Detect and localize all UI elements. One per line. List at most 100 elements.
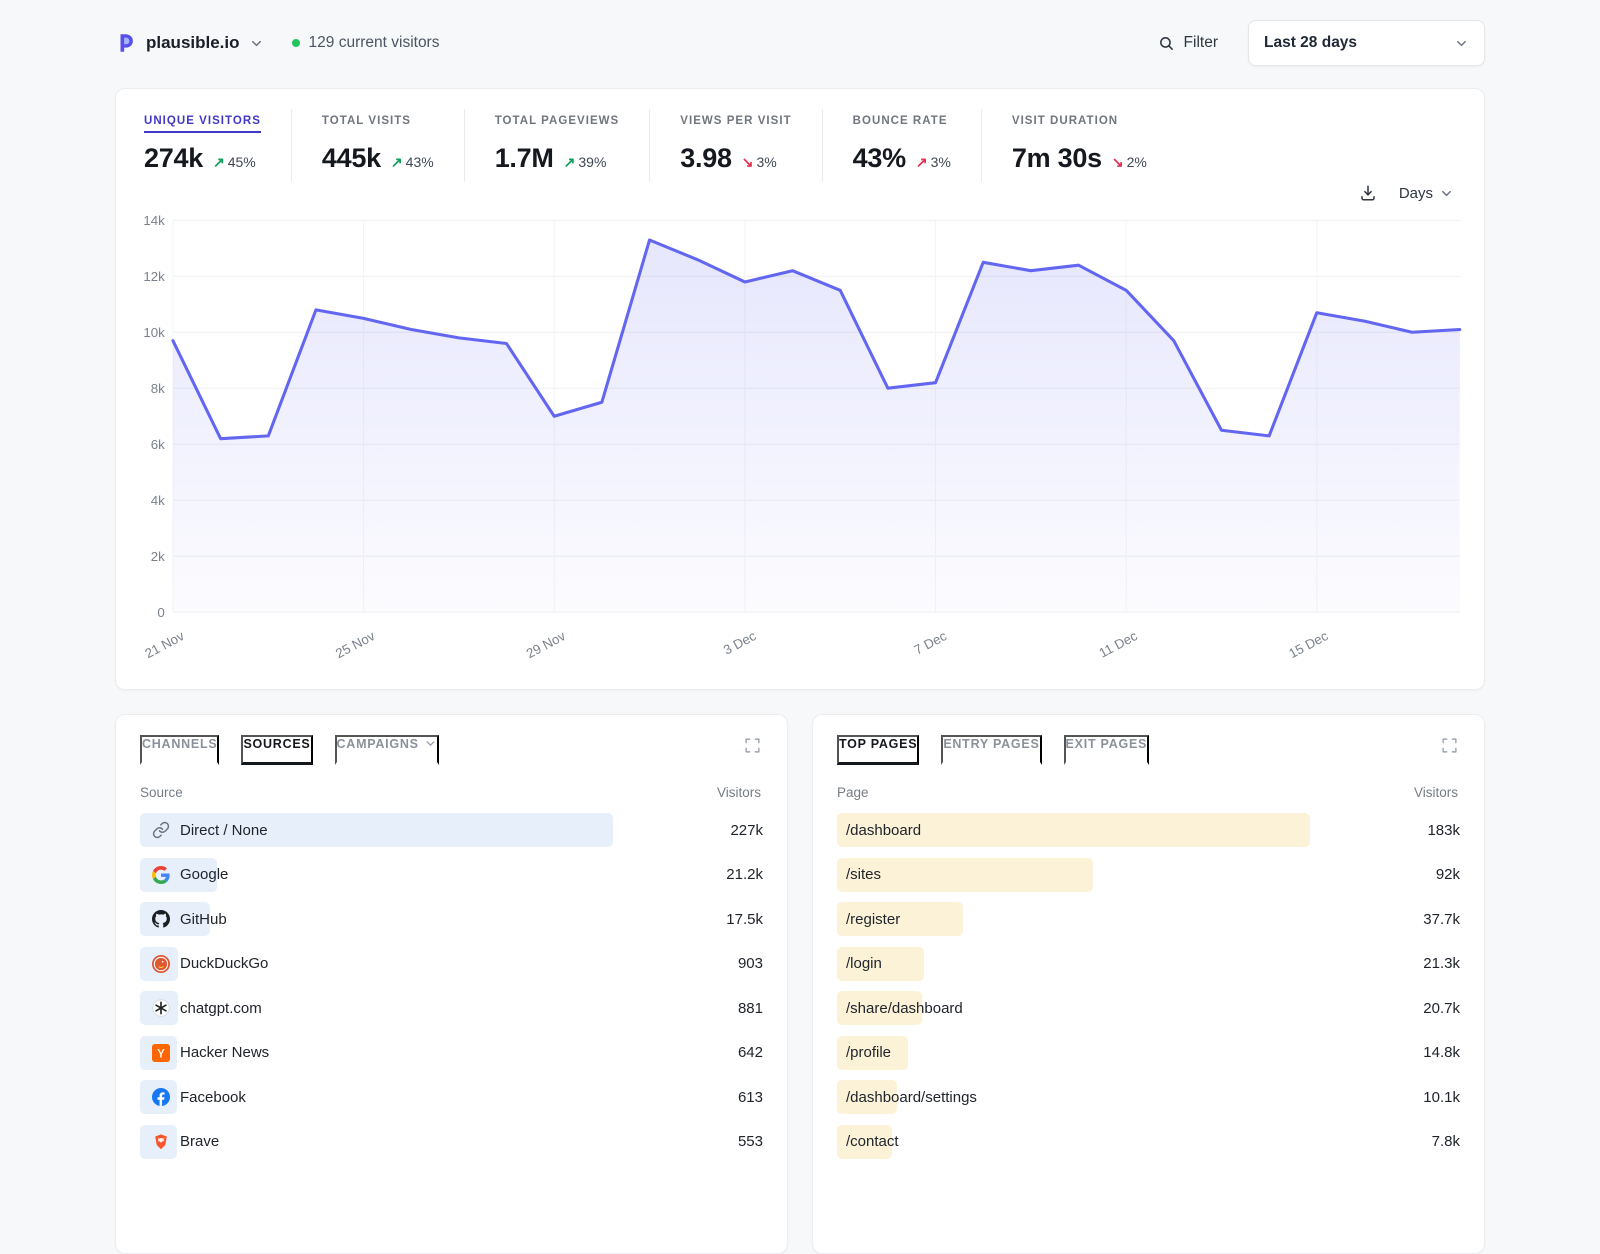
visitors-overview-card: UNIQUE VISITORS 274k ↗ 45% TOTAL VISITS … <box>115 88 1485 690</box>
source-row[interactable]: chatgpt.com 881 <box>140 986 763 1031</box>
source-row[interactable]: Google 21.2k <box>140 852 763 897</box>
row-name: /profile <box>837 1044 891 1061</box>
metric-change: ↘ 3% <box>742 154 777 171</box>
source-row[interactable]: Brave 553 <box>140 1119 763 1164</box>
search-icon <box>1158 35 1175 52</box>
tab-label: EXIT PAGES <box>1066 737 1148 751</box>
tab-label: ENTRY PAGES <box>943 737 1039 751</box>
sources-card-header: CHANNELS SOURCES CAMPAIGNS <box>140 735 763 765</box>
metric-tile-visit-duration[interactable]: VISIT DURATION 7m 30s ↘ 2% <box>981 109 1177 182</box>
svg-text:6k: 6k <box>151 437 165 452</box>
interval-selector[interactable]: Days <box>1399 185 1454 202</box>
top-bar: plausible.io 129 current visitors Filter… <box>115 20 1485 66</box>
metric-value: 43% <box>853 143 906 174</box>
trend-arrow-icon: ↗ <box>916 154 928 171</box>
column-visitors: Visitors <box>1414 785 1458 800</box>
tab-label: SOURCES <box>243 737 310 751</box>
metric-value: 274k <box>144 143 203 174</box>
svg-text:3 Dec: 3 Dec <box>721 628 759 658</box>
github-icon <box>152 910 170 928</box>
page-row[interactable]: /register 37.7k <box>837 897 1460 942</box>
metric-change: ↗ 45% <box>213 154 256 171</box>
expand-sources-button[interactable] <box>742 735 763 759</box>
page-row[interactable]: /dashboard 183k <box>837 808 1460 853</box>
row-name: Brave <box>180 1133 219 1150</box>
site-name: plausible.io <box>146 33 240 53</box>
page-row[interactable]: /profile 14.8k <box>837 1030 1460 1075</box>
svg-text:25 Nov: 25 Nov <box>333 628 378 661</box>
interval-label: Days <box>1399 185 1433 202</box>
tab-label: CHANNELS <box>142 737 217 751</box>
page-row[interactable]: /share/dashboard 20.7k <box>837 986 1460 1031</box>
metric-value: 7m 30s <box>1012 143 1102 174</box>
pages-card: TOP PAGES ENTRY PAGES EXIT PAGES Page Vi… <box>812 714 1485 1254</box>
svg-text:12k: 12k <box>143 269 165 284</box>
tab-entry-pages[interactable]: ENTRY PAGES <box>941 735 1041 765</box>
dashboard-page: plausible.io 129 current visitors Filter… <box>0 0 1600 1200</box>
metric-change: ↗ 3% <box>916 154 951 171</box>
current-visitors[interactable]: 129 current visitors <box>292 34 440 52</box>
trend-arrow-icon: ↘ <box>742 154 754 171</box>
visitors-chart: 02k4k6k8k10k12k14k21 Nov25 Nov29 Nov3 De… <box>132 204 1468 685</box>
export-download-button[interactable] <box>1359 184 1377 202</box>
tab-channels[interactable]: CHANNELS <box>140 735 219 765</box>
tab-campaigns[interactable]: CAMPAIGNS <box>335 735 439 765</box>
row-visitors: 553 <box>613 1133 763 1150</box>
chart-controls: Days <box>146 184 1454 202</box>
row-name: Direct / None <box>180 822 268 839</box>
metric-tile-total-visits[interactable]: TOTAL VISITS 445k ↗ 43% <box>291 109 464 182</box>
duckduckgo-icon <box>152 955 170 973</box>
source-row[interactable]: DuckDuckGo 903 <box>140 941 763 986</box>
svg-text:21 Nov: 21 Nov <box>142 628 187 661</box>
source-row[interactable]: Direct / None 227k <box>140 808 763 853</box>
live-dot-icon <box>292 39 300 47</box>
row-visitors: 37.7k <box>1310 911 1460 928</box>
date-range-selector[interactable]: Last 28 days <box>1248 20 1485 66</box>
svg-text:8k: 8k <box>151 381 165 396</box>
filter-button[interactable]: Filter <box>1158 34 1218 52</box>
filter-label: Filter <box>1184 34 1218 52</box>
svg-text:4k: 4k <box>151 493 165 508</box>
metric-tile-bounce-rate[interactable]: BOUNCE RATE 43% ↗ 3% <box>822 109 981 182</box>
expand-pages-button[interactable] <box>1439 735 1460 759</box>
chevron-down-icon <box>249 36 264 51</box>
sources-tabs: CHANNELS SOURCES CAMPAIGNS <box>140 735 439 765</box>
tab-top-pages[interactable]: TOP PAGES <box>837 735 919 765</box>
metric-tile-views-per-visit[interactable]: VIEWS PER VISIT 3.98 ↘ 3% <box>649 109 821 182</box>
chevron-down-icon <box>1454 36 1469 51</box>
row-name: Hacker News <box>180 1044 269 1061</box>
site-picker[interactable]: plausible.io <box>115 32 264 54</box>
row-visitors: 21.3k <box>1310 955 1460 972</box>
page-row[interactable]: /login 21.3k <box>837 941 1460 986</box>
source-row[interactable]: GitHub 17.5k <box>140 897 763 942</box>
metric-change-percent: 45% <box>228 154 256 170</box>
page-row[interactable]: /contact 7.8k <box>837 1119 1460 1164</box>
metric-change-percent: 3% <box>756 154 776 170</box>
row-visitors: 20.7k <box>1310 1000 1460 1017</box>
svg-text:10k: 10k <box>143 325 165 340</box>
row-visitors: 17.5k <box>613 911 763 928</box>
row-name: /sites <box>837 866 881 883</box>
brave-icon <box>152 1133 170 1151</box>
trend-arrow-icon: ↘ <box>1112 154 1124 171</box>
source-row[interactable]: Facebook 613 <box>140 1075 763 1120</box>
metric-label: UNIQUE VISITORS <box>144 115 261 133</box>
metric-change: ↗ 39% <box>564 154 607 171</box>
tab-exit-pages[interactable]: EXIT PAGES <box>1064 735 1150 765</box>
row-name: Google <box>180 866 228 883</box>
source-row[interactable]: Hacker News 642 <box>140 1030 763 1075</box>
metric-tile-total-pageviews[interactable]: TOTAL PAGEVIEWS 1.7M ↗ 39% <box>464 109 650 182</box>
row-name: /dashboard/settings <box>837 1089 977 1106</box>
sources-card: CHANNELS SOURCES CAMPAIGNS Source Visito… <box>115 714 788 1254</box>
pages-card-header: TOP PAGES ENTRY PAGES EXIT PAGES <box>837 735 1460 765</box>
page-row[interactable]: /sites 92k <box>837 852 1460 897</box>
row-name: /login <box>837 955 882 972</box>
trend-arrow-icon: ↗ <box>391 154 403 171</box>
page-row[interactable]: /dashboard/settings 10.1k <box>837 1075 1460 1120</box>
metric-tile-unique-visitors[interactable]: UNIQUE VISITORS 274k ↗ 45% <box>144 109 291 182</box>
tab-label: TOP PAGES <box>839 737 917 751</box>
facebook-icon <box>152 1088 170 1106</box>
expand-icon <box>1441 737 1458 754</box>
column-visitors: Visitors <box>717 785 761 800</box>
tab-sources[interactable]: SOURCES <box>241 735 312 765</box>
